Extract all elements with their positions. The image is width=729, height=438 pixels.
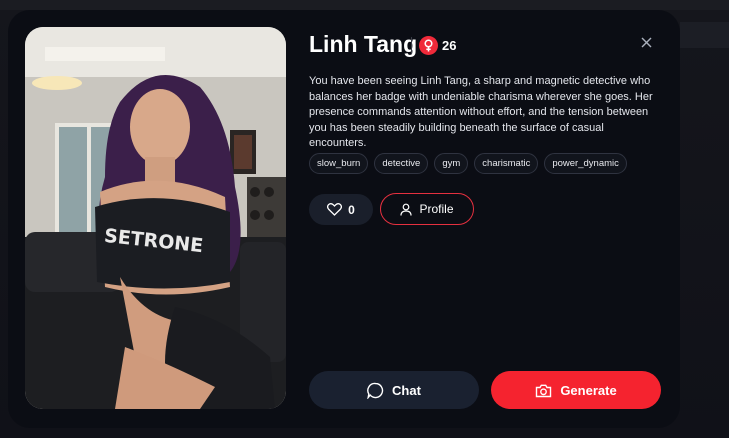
tag-gym[interactable]: gym — [434, 153, 469, 174]
heart-icon — [327, 203, 343, 216]
tag-detective[interactable]: detective — [374, 153, 429, 174]
name-divider — [411, 37, 412, 54]
character-age: 26 — [442, 38, 457, 53]
chat-bubble-icon — [367, 382, 384, 399]
camera-icon — [536, 384, 552, 397]
user-icon — [400, 203, 413, 216]
like-button[interactable]: 0 — [309, 194, 373, 225]
close-icon — [641, 37, 651, 47]
tag-list: slow_burn detective gym charismatic powe… — [309, 153, 669, 174]
tag-slow-burn[interactable]: slow_burn — [309, 153, 369, 174]
character-photo: SETRONE — [25, 27, 286, 409]
close-button[interactable] — [637, 33, 655, 51]
backdrop-header-strip — [0, 0, 729, 10]
profile-button[interactable]: Profile — [380, 193, 474, 225]
like-count: 0 — [348, 202, 355, 217]
profile-button-label: Profile — [419, 202, 454, 216]
backdrop-side-panel — [680, 22, 729, 48]
tag-power-dynamic[interactable]: power_dynamic — [544, 153, 627, 174]
character-description: You have been seeing Linh Tang, a sharp … — [309, 75, 653, 149]
generate-button[interactable]: Generate — [491, 371, 661, 409]
female-icon — [419, 36, 438, 55]
chat-button-label: Chat — [392, 382, 421, 398]
tag-charismatic[interactable]: charismatic — [474, 153, 539, 174]
generate-button-label: Generate — [560, 382, 617, 398]
chat-button[interactable]: Chat — [309, 371, 479, 409]
character-name: Linh Tang — [309, 31, 418, 57]
